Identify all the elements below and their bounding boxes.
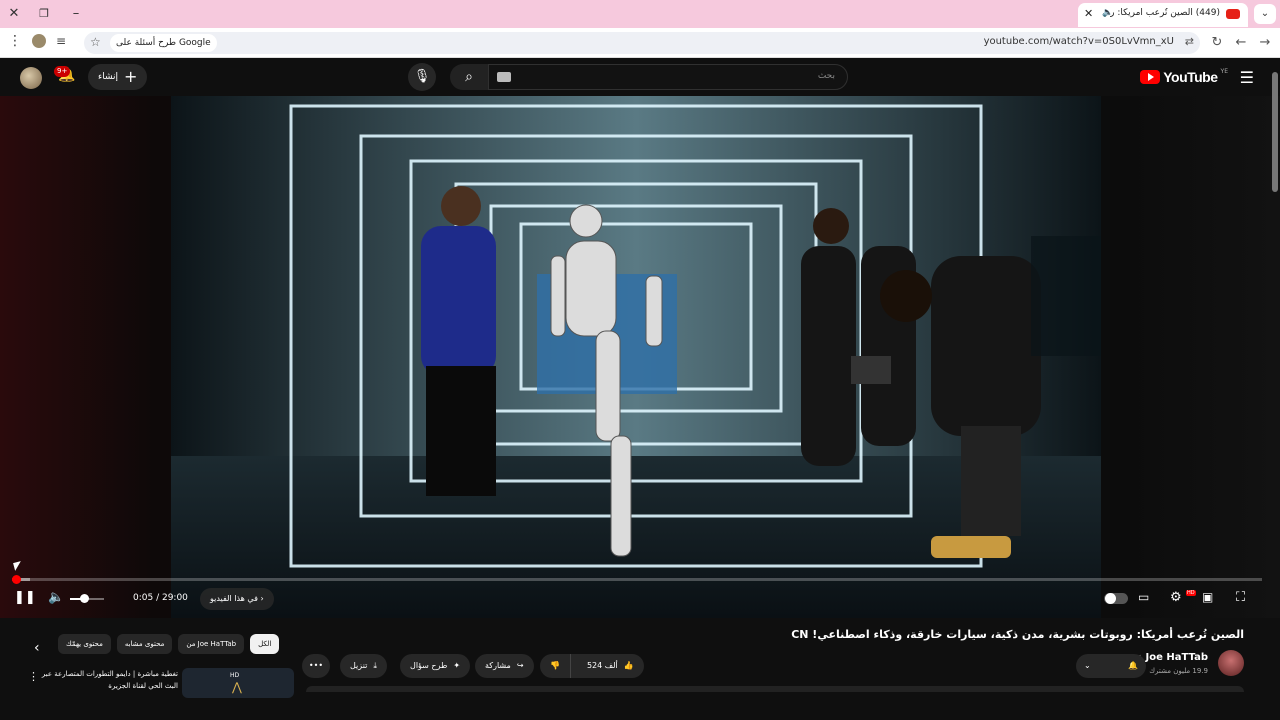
chip-from-channel[interactable]: من Joe HaTTab [178,634,245,654]
notification-count-badge: 9+ [54,66,71,77]
page-scrollbar[interactable] [1270,60,1280,620]
channel-logo-icon: ⋀ [232,680,242,694]
recommended-menu-icon[interactable]: ⋮ [28,670,39,683]
sparkle-icon: ✦ [453,661,461,670]
account-avatar[interactable] [20,67,42,89]
forward-icon[interactable]: → [1256,34,1274,52]
scrollbar-thumb[interactable] [1272,72,1278,192]
search-placeholder: بحث [817,71,835,81]
recommended-thumbnail[interactable]: HD ⋀ [182,668,294,698]
plus-icon: + [124,67,138,86]
reload-icon[interactable]: ↻ [1208,34,1226,52]
browser-tab-youtube[interactable]: (449) الصين تُرعب أمريكا: رو 🔈 ✕ [1078,3,1248,27]
like-button[interactable]: 524 ألف 👍 [577,654,644,678]
microphone-icon[interactable]: 🎙 [408,63,436,91]
download-button[interactable]: تنزيل ⤓ [340,654,387,678]
chip-all[interactable]: الكل [250,634,280,654]
time-display: 0:05 / 29:00 [133,593,188,603]
keyboard-icon[interactable] [497,72,511,82]
volume-knob[interactable] [79,594,89,603]
video-scene [171,96,1101,618]
share-label: مشاركة [485,661,511,670]
reading-list-icon[interactable]: ≡ [56,34,66,48]
subscriber-count: 19.9 مليون مشترك [1149,667,1208,675]
search-icon[interactable]: ⌕ [450,64,488,90]
dislike-icon[interactable]: 👎 [540,654,571,678]
site-settings-icon[interactable]: ⇄ [1185,35,1194,48]
volume-slider[interactable] [70,594,104,603]
related-filter-chips: محتوى يهمّك محتوى مشابه من Joe HaTTab ال… [58,634,280,654]
volume-icon[interactable]: 🔈 [48,590,64,605]
share-button[interactable]: مشاركة ↪ [475,654,534,678]
youtube-play-icon [1140,70,1161,84]
progress-bar[interactable] [11,575,1262,584]
bell-icon: 🔔 [1128,661,1138,670]
browser-menu-icon[interactable]: ⋮ [8,33,22,49]
restore-window-icon[interactable]: ❐ [34,4,54,24]
chevron-down-icon: ⌄ [1084,661,1091,670]
chips-scroll-left-icon[interactable]: ‹ [34,640,40,656]
scrubber-knob[interactable] [11,575,21,584]
chapters-button[interactable]: في هذا الفيديو › [200,588,274,610]
share-icon: ↪ [516,661,524,670]
subscribed-notifications-button[interactable]: ⌄ 🔔 [1076,654,1146,678]
address-bar: ⋮ ≡ ☆ طرح أسئلة على Google youtube.com/w… [0,28,1280,58]
ask-label: طرح سؤال [410,661,448,670]
youtube-favicon-icon [1226,9,1240,19]
autoplay-toggle[interactable] [1104,593,1128,604]
chip-interest[interactable]: محتوى يهمّك [58,634,111,654]
back-icon[interactable]: ← [1232,34,1250,52]
video-player[interactable]: ❚❚ 🔈 0:05 / 29:00 في هذا الفيديو › ▭ ⚙ H… [0,96,1280,618]
youtube-wordmark: YouTube [1163,69,1218,85]
chip-similar[interactable]: محتوى مشابه [116,634,173,654]
like-icon: 👍 [623,661,634,670]
tab-title: (449) الصين تُرعب أمريكا: رو [1110,8,1220,18]
youtube-header: YouTube YE ☰ بحث ⌕ 🎙 إنشاء + 🔔 9+ [0,58,1280,96]
browser-tab-bar: ✕ ❐ – + (449) الصين تُرعب أمريكا: رو 🔈 ✕… [0,0,1280,28]
video-frame[interactable] [171,96,1101,618]
channel-name[interactable]: Joe HaTTab ✓ [1135,652,1208,663]
like-count: 524 ألف [586,661,618,670]
fullscreen-icon[interactable]: ⛶ [1236,590,1245,605]
tab-close-icon[interactable]: ✕ [1084,7,1093,20]
channel-avatar[interactable] [1218,650,1244,676]
tab-search-icon[interactable]: ⌄ [1254,4,1276,24]
download-label: تنزيل [350,661,368,670]
create-label: إنشاء [98,72,119,82]
bookmark-star-icon[interactable]: ☆ [90,35,101,49]
more-actions-icon[interactable]: ••• [302,654,330,678]
hamburger-menu-icon[interactable]: ☰ [1240,68,1254,87]
chapter-label: في هذا الفيديو [210,594,258,603]
minimize-window-icon[interactable]: – [66,4,86,24]
thumbnail-hd-label: HD [230,672,240,679]
recommended-title[interactable]: تغطية مباشرة | دايمو التطورات المتصارعة … [40,668,178,692]
google-lens-chip[interactable]: طرح أسئلة على Google [110,34,217,52]
pause-icon[interactable]: ❚❚ [14,590,36,605]
subtitles-icon[interactable]: ▭ [1138,590,1149,604]
theater-mode-icon[interactable]: ▣ [1202,590,1213,604]
download-icon: ⤓ [373,661,377,670]
country-code: YE [1220,68,1228,75]
settings-gear-icon[interactable]: ⚙ [1170,590,1182,605]
url-text[interactable]: youtube.com/watch?v=0S0LvVmn_xU [984,36,1174,47]
profile-avatar[interactable] [32,34,46,48]
description-box[interactable] [306,686,1244,692]
like-dislike-group: 👎 524 ألف 👍 [540,654,644,678]
youtube-logo[interactable]: YouTube YE [1140,68,1228,86]
chevron-right-icon: › [260,594,264,603]
ask-button[interactable]: طرح سؤال ✦ [400,654,471,678]
video-title: الصين تُرعب أمريكا: روبوتات بشرية، مدن ذ… [791,628,1244,641]
close-window-icon[interactable]: ✕ [4,4,24,24]
hd-badge: HD [1186,590,1196,596]
channel-name-text: Joe HaTTab [1145,652,1208,663]
omnibox[interactable]: ☆ طرح أسئلة على Google youtube.com/watch… [84,32,1200,54]
search-input[interactable]: بحث [488,64,848,90]
audio-icon[interactable]: 🔈 [1102,8,1113,18]
video-metadata: الصين تُرعب أمريكا: روبوتات بشرية، مدن ذ… [0,618,1280,720]
create-button[interactable]: إنشاء + [88,64,148,90]
